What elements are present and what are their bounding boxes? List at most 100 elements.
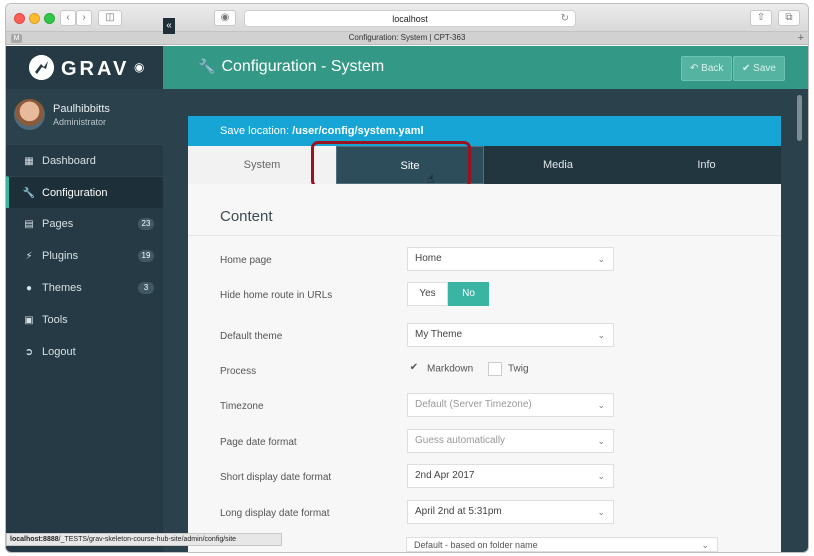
sidebar-item-themes[interactable]: ● Themes 3 bbox=[6, 272, 163, 304]
sidebar-item-label: Themes bbox=[42, 282, 82, 294]
save-location-path: /user/config/system.yaml bbox=[292, 125, 424, 137]
minimize-window-button[interactable] bbox=[29, 13, 40, 24]
twig-checkbox[interactable]: Twig bbox=[488, 362, 529, 376]
page-date-format-value: Guess automatically bbox=[415, 435, 506, 446]
user-name: Paulhibbitts bbox=[53, 103, 110, 115]
wrench-icon: 🔧 bbox=[22, 188, 36, 199]
status-url-host: localhost:8888 bbox=[10, 536, 59, 543]
address-bar[interactable]: localhost ↻ bbox=[244, 10, 576, 27]
short-date-format-value: 2nd Apr 2017 bbox=[415, 470, 475, 481]
logo-area: GRAV ◉ bbox=[6, 46, 163, 89]
sidebar-item-plugins[interactable]: ⚡ Plugins 19 bbox=[6, 240, 163, 272]
process-label: Process bbox=[220, 366, 257, 377]
user-profile[interactable]: Paulhibbitts Administrator bbox=[6, 89, 163, 144]
sign-out-icon: ➲ bbox=[24, 347, 34, 358]
hide-home-yes[interactable]: Yes bbox=[407, 282, 448, 306]
long-date-format-select[interactable]: April 2nd at 5:31pm ⌄ bbox=[407, 500, 614, 524]
back-button[interactable]: ↶ Back bbox=[681, 56, 733, 81]
status-url-path: /_TESTS/grav-skeleton-course-hub-site/ad… bbox=[58, 536, 237, 543]
home-page-value: Home bbox=[415, 253, 442, 264]
plug-icon: ⚡ bbox=[25, 251, 33, 262]
save-button[interactable]: ✔ Save bbox=[733, 56, 785, 81]
sidebar-item-tools[interactable]: ▣ Tools bbox=[6, 304, 163, 336]
page-title: 🔧 Configuration - System bbox=[198, 58, 384, 76]
sidebar-item-label: Dashboard bbox=[42, 155, 96, 167]
sidebar-toggle-icon[interactable]: ◫ bbox=[98, 10, 122, 26]
hide-home-no[interactable]: No bbox=[448, 282, 489, 306]
short-date-format-select[interactable]: 2nd Apr 2017 ⌄ bbox=[407, 464, 614, 488]
pages-count-badge: 23 bbox=[138, 218, 154, 230]
page-header: 🔧 Configuration - System ↶ Back ✔ Save bbox=[163, 46, 808, 89]
collapse-sidebar-icon[interactable]: « bbox=[163, 18, 175, 34]
twig-label: Twig bbox=[508, 363, 529, 375]
sidebar-item-dashboard[interactable]: ▦ Dashboard bbox=[6, 144, 163, 176]
scrollbar-thumb[interactable] bbox=[797, 95, 802, 141]
timezone-select[interactable]: Default (Server Timezone) ⌄ bbox=[407, 393, 614, 417]
page-date-format-select[interactable]: Guess automatically ⌄ bbox=[407, 429, 614, 453]
zoom-window-button[interactable] bbox=[44, 13, 55, 24]
chevron-down-icon: ⌄ bbox=[597, 436, 605, 446]
forward-arrow-icon[interactable]: › bbox=[76, 10, 92, 26]
address-text: localhost bbox=[392, 14, 428, 24]
themes-count-badge: 3 bbox=[138, 282, 154, 294]
plugins-count-badge: 19 bbox=[138, 250, 154, 262]
scrollbar[interactable] bbox=[791, 89, 808, 552]
sidebar-nav: ▦ Dashboard 🔧 Configuration ▤ Pages 23 ⚡ Plu… bbox=[6, 144, 163, 368]
home-page-select[interactable]: Home ⌄ bbox=[407, 247, 614, 271]
checkbox-box bbox=[488, 362, 502, 376]
back-arrow-icon[interactable]: ‹ bbox=[60, 10, 76, 26]
divider bbox=[188, 235, 781, 236]
reload-icon[interactable]: ↻ bbox=[561, 11, 569, 27]
markdown-checkbox[interactable]: ✔ Markdown bbox=[407, 362, 473, 376]
long-date-format-value: April 2nd at 5:31pm bbox=[415, 506, 502, 517]
sidebar-item-label: Tools bbox=[42, 314, 68, 326]
sidebar-item-configuration[interactable]: 🔧 Configuration bbox=[6, 176, 163, 208]
timezone-label: Timezone bbox=[220, 401, 264, 412]
chevron-down-icon: ⌄ bbox=[597, 507, 605, 517]
sidebar-item-pages[interactable]: ▤ Pages 23 bbox=[6, 208, 163, 240]
briefcase-icon: ▣ bbox=[24, 315, 34, 326]
config-tabs: System Site Media Info bbox=[188, 146, 781, 184]
close-window-button[interactable] bbox=[14, 13, 25, 24]
settings-toggle-icon[interactable]: ◉ bbox=[134, 60, 144, 74]
section-title: Content bbox=[220, 208, 273, 225]
wrench-icon: 🔧 bbox=[198, 58, 216, 74]
default-theme-select[interactable]: My Theme ⌄ bbox=[407, 323, 614, 347]
sidebar-item-logout[interactable]: ➲ Logout bbox=[6, 336, 163, 368]
save-button-label: Save bbox=[753, 63, 776, 74]
browser-tab-title[interactable]: Configuration: System | CPT-363 bbox=[349, 33, 466, 42]
config-panel: Content Home page Home ⌄ Hide home route… bbox=[188, 184, 781, 552]
admin-sidebar: GRAV ◉ Paulhibbitts Administrator ▦ Dashb… bbox=[6, 46, 163, 552]
page-title-text: Configuration - System bbox=[221, 58, 385, 75]
share-icon[interactable]: ⇧ bbox=[750, 10, 772, 26]
avatar bbox=[14, 99, 45, 130]
new-tab-icon[interactable]: + bbox=[798, 32, 804, 44]
default-ordering-select[interactable]: Default - based on folder name ⌄ bbox=[406, 537, 718, 552]
browser-titlebar: ‹ › ◫ ◉ localhost ↻ ⇧ ⧉ bbox=[6, 4, 808, 32]
file-icon: ▤ bbox=[24, 219, 34, 230]
grav-logo-icon bbox=[29, 55, 54, 80]
default-ordering-value: Default - based on folder name bbox=[414, 540, 538, 550]
site-tab-highlight bbox=[311, 141, 471, 188]
tint-icon: ● bbox=[25, 283, 33, 294]
tab-info[interactable]: Info bbox=[632, 146, 781, 184]
back-button-label: Back bbox=[701, 63, 724, 74]
user-role: Administrator bbox=[53, 117, 107, 127]
status-bar-url: localhost:8888/_TESTS/grav-skeleton-cour… bbox=[6, 533, 282, 546]
tabs-overview-icon[interactable]: ⧉ bbox=[778, 10, 800, 26]
sidebar-item-label: Pages bbox=[42, 218, 74, 230]
tab-media[interactable]: Media bbox=[484, 146, 632, 184]
chevron-down-icon: ⌄ bbox=[597, 400, 605, 410]
main-content: Save location: /user/config/system.yaml … bbox=[163, 89, 791, 552]
sidebar-item-label: Logout bbox=[42, 346, 76, 358]
checkmark-icon: ✔ bbox=[409, 362, 419, 373]
reader-icon[interactable]: ◉ bbox=[214, 10, 236, 26]
browser-window: ‹ › ◫ ◉ localhost ↻ ⇧ ⧉ M Configuration:… bbox=[6, 4, 808, 552]
hide-home-label: Hide home route in URLs bbox=[220, 290, 333, 301]
sidebar-item-label: Configuration bbox=[42, 187, 108, 199]
chevron-down-icon: ⌄ bbox=[597, 330, 605, 340]
save-location-bar: Save location: /user/config/system.yaml bbox=[188, 116, 781, 146]
chevron-down-icon: ⌄ bbox=[701, 540, 709, 550]
long-date-format-label: Long display date format bbox=[220, 508, 330, 519]
default-theme-label: Default theme bbox=[220, 331, 283, 342]
